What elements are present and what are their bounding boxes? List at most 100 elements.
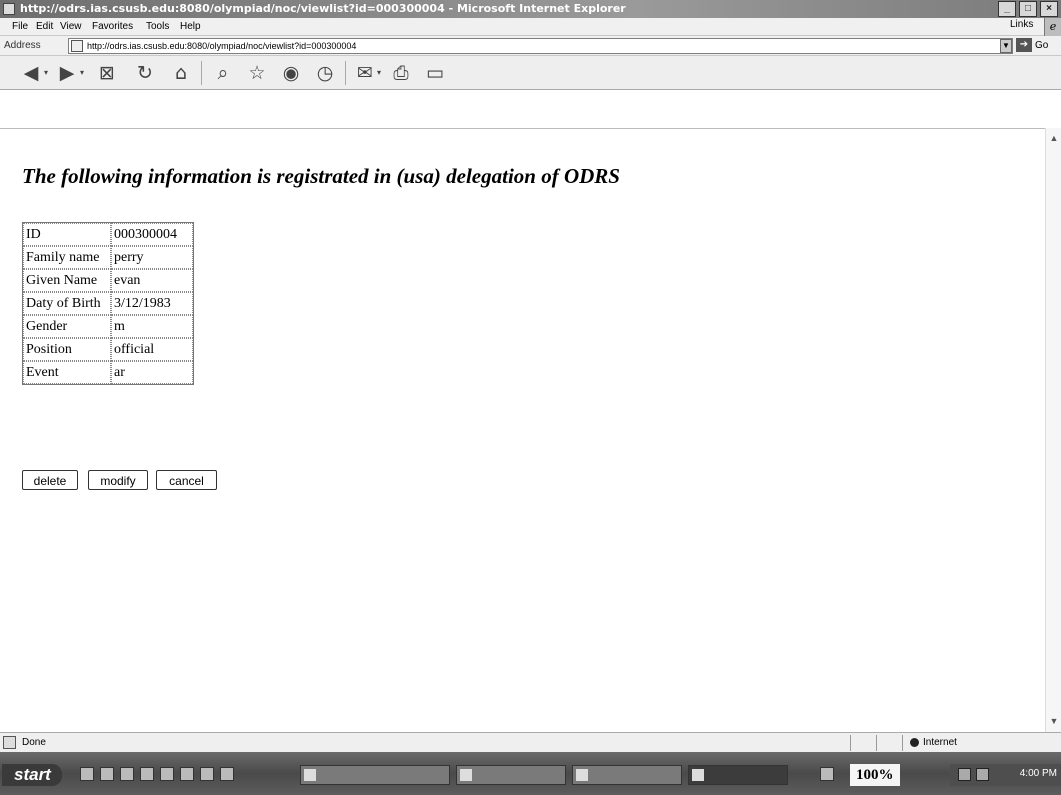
status-text: Done xyxy=(22,737,46,748)
address-input[interactable]: http://odrs.ias.csusb.edu:8080/olympiad/… xyxy=(68,38,1013,54)
ie-icon xyxy=(3,3,15,15)
taskbar-item[interactable] xyxy=(300,765,450,785)
taskbar: start 100% 4:00 PM xyxy=(0,752,1061,795)
mail-dropdown-icon[interactable]: ▾ xyxy=(377,68,381,77)
status-bar: Done Internet xyxy=(0,732,1061,752)
table-row: Given Name evan xyxy=(23,269,193,292)
row-label: Given Name xyxy=(23,269,111,292)
print-icon[interactable]: ⎙ xyxy=(390,62,412,84)
scroll-up-icon[interactable]: ▲ xyxy=(1047,131,1061,145)
toolbar: ◀ ▾ ▶ ▾ ⊠ ↻ ⌂ ⌕ ☆ ◉ ◷ ✉ ▾ ⎙ ▭ xyxy=(0,56,1061,90)
quicklaunch-icon[interactable] xyxy=(200,767,214,781)
modify-button[interactable]: modify xyxy=(88,470,148,490)
row-value: m xyxy=(111,315,193,338)
minimize-icon[interactable]: _ xyxy=(998,1,1016,17)
window-title: http://odrs.ias.csusb.edu:8080/olympiad/… xyxy=(20,2,626,15)
cancel-button[interactable]: cancel xyxy=(156,470,217,490)
row-value: 3/12/1983 xyxy=(111,292,193,315)
row-value: perry xyxy=(111,246,193,269)
quicklaunch-icon[interactable] xyxy=(140,767,154,781)
title-bar: http://odrs.ias.csusb.edu:8080/olympiad/… xyxy=(0,0,1061,18)
page-icon xyxy=(71,40,83,52)
search-icon[interactable]: ⌕ xyxy=(212,62,234,84)
go-label: Go xyxy=(1035,40,1049,51)
status-divider xyxy=(902,735,903,751)
table-row: ID 000300004 xyxy=(23,223,193,246)
favorites-icon[interactable]: ☆ xyxy=(246,62,268,84)
refresh-icon[interactable]: ↻ xyxy=(134,62,156,84)
forward-dropdown-icon[interactable]: ▾ xyxy=(80,68,84,77)
row-label: Daty of Birth xyxy=(23,292,111,315)
page-heading: The following information is registrated… xyxy=(22,164,620,188)
tray-icon[interactable] xyxy=(958,768,971,781)
history-icon[interactable]: ◷ xyxy=(314,62,336,84)
menu-file[interactable]: File xyxy=(12,21,28,32)
quicklaunch-icon[interactable] xyxy=(120,767,134,781)
tray-icon[interactable] xyxy=(976,768,989,781)
quicklaunch-icon[interactable] xyxy=(180,767,194,781)
folder-icon[interactable]: ▭ xyxy=(424,62,446,84)
media-icon[interactable]: ◉ xyxy=(280,62,302,84)
row-label: ID xyxy=(23,223,111,246)
table-row: Gender m xyxy=(23,315,193,338)
status-divider xyxy=(850,735,851,751)
row-value: official xyxy=(111,338,193,361)
row-label: Family name xyxy=(23,246,111,269)
menu-favorites[interactable]: Favorites xyxy=(92,21,133,32)
toolbar-separator xyxy=(345,61,346,85)
mail-icon[interactable]: ✉ xyxy=(354,62,376,84)
zoom-level[interactable]: 100% xyxy=(850,764,900,786)
vertical-scrollbar[interactable]: ▲ ▼ xyxy=(1045,128,1061,732)
go-arrow-icon: ➔ xyxy=(1016,38,1032,53)
system-tray: 4:00 PM xyxy=(950,764,1061,786)
table-row: Family name perry xyxy=(23,246,193,269)
back-dropdown-icon[interactable]: ▾ xyxy=(44,68,48,77)
zone-label: Internet xyxy=(923,737,957,748)
security-zone: Internet xyxy=(910,737,957,748)
row-label: Gender xyxy=(23,315,111,338)
quicklaunch-icon[interactable] xyxy=(220,767,234,781)
status-divider xyxy=(876,735,877,751)
taskbar-item[interactable] xyxy=(456,765,566,785)
menu-edit[interactable]: Edit xyxy=(36,21,53,32)
toolbar-separator xyxy=(201,61,202,85)
scroll-down-icon[interactable]: ▼ xyxy=(1047,714,1061,728)
row-value: ar xyxy=(111,361,193,384)
close-icon[interactable]: × xyxy=(1040,1,1058,17)
quicklaunch-icon[interactable] xyxy=(100,767,114,781)
address-label: Address xyxy=(4,40,41,51)
globe-icon xyxy=(910,737,919,747)
table-row: Event ar xyxy=(23,361,193,384)
address-url: http://odrs.ias.csusb.edu:8080/olympiad/… xyxy=(87,41,357,51)
registration-table: ID 000300004 Family name perry Given Name e… xyxy=(22,222,194,385)
row-value: evan xyxy=(111,269,193,292)
menu-view[interactable]: View xyxy=(60,21,82,32)
windows-logo-icon: e xyxy=(1044,18,1061,36)
back-icon[interactable]: ◀ xyxy=(20,62,42,84)
start-button[interactable]: start xyxy=(2,764,62,786)
row-label: Position xyxy=(23,338,111,361)
maximize-icon[interactable]: □ xyxy=(1019,1,1037,17)
home-icon[interactable]: ⌂ xyxy=(170,62,192,84)
taskbar-item[interactable] xyxy=(572,765,682,785)
row-value: 000300004 xyxy=(111,223,193,246)
page-done-icon xyxy=(3,736,16,749)
taskbar-item-ie[interactable] xyxy=(688,765,788,785)
address-bar: Address http://odrs.ias.csusb.edu:8080/o… xyxy=(0,36,1061,56)
stop-icon[interactable]: ⊠ xyxy=(96,62,118,84)
quicklaunch-icon[interactable] xyxy=(80,767,94,781)
address-dropdown-icon[interactable]: ▼ xyxy=(1000,39,1012,53)
tray-icon[interactable] xyxy=(820,767,834,781)
menu-bar: File Edit View Favorites Tools Help xyxy=(0,18,1061,36)
table-row: Daty of Birth 3/12/1983 xyxy=(23,292,193,315)
forward-icon[interactable]: ▶ xyxy=(56,62,78,84)
delete-button[interactable]: delete xyxy=(22,470,78,490)
clock: 4:00 PM xyxy=(1019,768,1057,779)
quicklaunch-icon[interactable] xyxy=(160,767,174,781)
row-label: Event xyxy=(23,361,111,384)
menu-help[interactable]: Help xyxy=(180,21,201,32)
links-button[interactable]: Links xyxy=(1010,19,1033,30)
menu-tools[interactable]: Tools xyxy=(146,21,169,32)
page-content xyxy=(0,128,1045,732)
go-button[interactable]: ➔ Go xyxy=(1016,38,1048,54)
